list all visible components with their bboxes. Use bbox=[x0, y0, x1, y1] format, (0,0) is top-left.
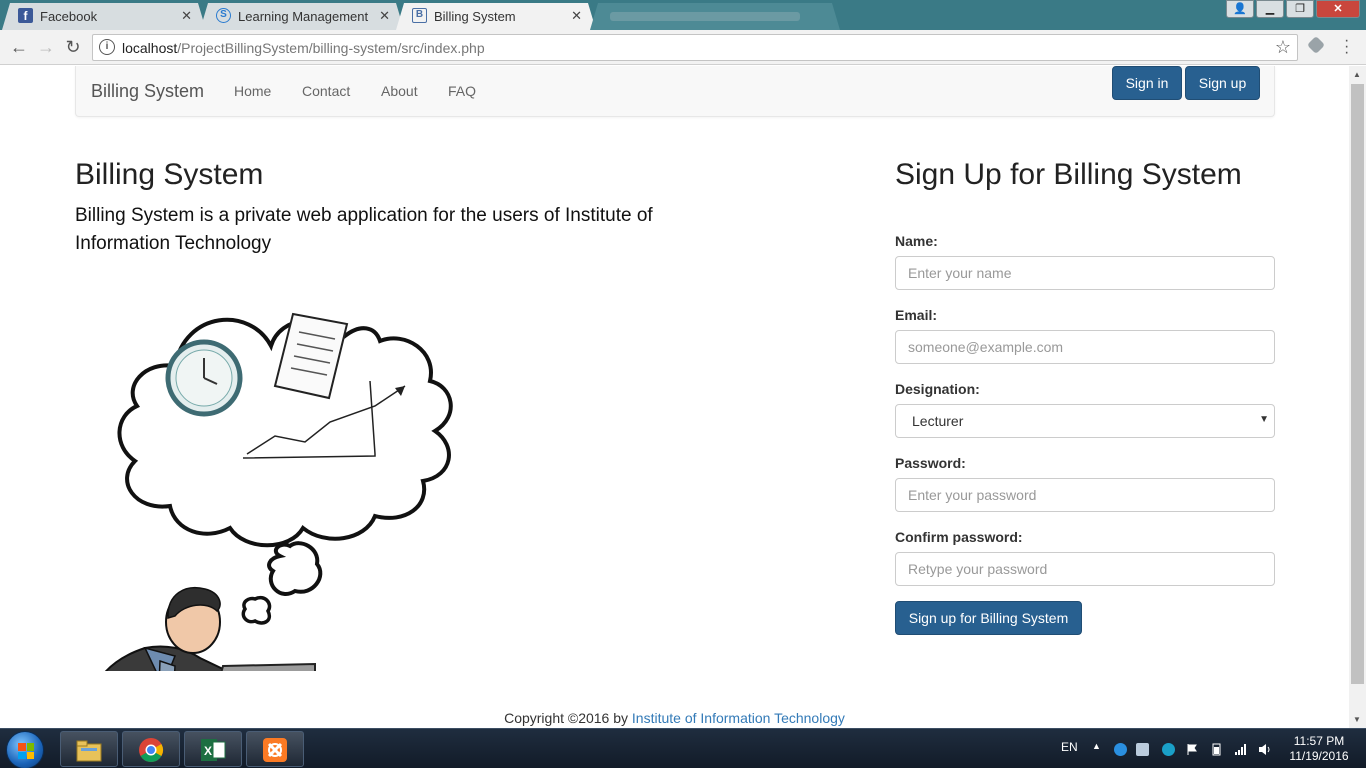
scroll-up-icon[interactable]: ▲ bbox=[1353, 70, 1361, 79]
navbar-brand[interactable]: Billing System bbox=[91, 81, 204, 102]
password-label: Password: bbox=[895, 455, 966, 471]
blurred-tab-title bbox=[610, 12, 800, 21]
scroll-down-icon[interactable]: ▼ bbox=[1353, 715, 1361, 724]
tab-billing-system[interactable]: B Billing System ✕ bbox=[396, 3, 596, 30]
network-app-icon[interactable] bbox=[1114, 743, 1127, 756]
wifi-signal-icon[interactable] bbox=[1234, 743, 1247, 756]
signin-button[interactable]: Sign in bbox=[1112, 66, 1182, 100]
scrollbar-thumb[interactable] bbox=[1351, 84, 1364, 684]
page-description: Billing System is a private web applicat… bbox=[75, 205, 653, 254]
info-icon[interactable]: i bbox=[99, 39, 115, 55]
chrome-icon bbox=[139, 738, 164, 763]
taskbar-chrome[interactable] bbox=[122, 731, 180, 767]
tab-title: Facebook bbox=[40, 9, 98, 24]
volume-icon[interactable] bbox=[1258, 743, 1271, 756]
site-navbar: Billing System Home Contact About FAQ Si… bbox=[75, 66, 1275, 117]
taskbar-file-explorer[interactable] bbox=[60, 731, 118, 767]
page-viewport: Billing System Home Contact About FAQ Si… bbox=[0, 66, 1349, 728]
internet-icon[interactable] bbox=[1162, 743, 1175, 756]
designation-label: Designation: bbox=[895, 381, 980, 397]
minimize-button[interactable]: ▁ bbox=[1256, 0, 1284, 18]
institute-link[interactable]: Institute of Information Technology bbox=[632, 710, 845, 726]
taskbar-xampp[interactable] bbox=[246, 731, 304, 767]
show-hidden-icons[interactable]: ▲ bbox=[1092, 741, 1101, 751]
tab-title: Billing System bbox=[434, 9, 516, 24]
language-indicator[interactable]: EN bbox=[1061, 740, 1078, 754]
page-footer: Copyright ©2016 by Institute of Informat… bbox=[0, 710, 1349, 726]
url-text: localhost/ProjectBillingSystem/billing-s… bbox=[122, 40, 485, 56]
windows-logo-icon bbox=[18, 743, 34, 759]
nav-link-home[interactable]: Home bbox=[234, 83, 271, 99]
billing-icon: B bbox=[412, 8, 427, 23]
xampp-icon bbox=[263, 738, 287, 762]
back-icon[interactable]: ← bbox=[8, 37, 30, 58]
businessman-thinking-illustration bbox=[104, 312, 453, 671]
close-icon[interactable]: ✕ bbox=[181, 8, 192, 24]
nav-link-about[interactable]: About bbox=[381, 83, 418, 99]
submit-signup-button[interactable]: Sign up for Billing System bbox=[895, 601, 1082, 635]
clock-date: 11/19/2016 bbox=[1289, 749, 1349, 763]
email-label: Email: bbox=[895, 307, 938, 323]
nav-link-contact[interactable]: Contact bbox=[302, 83, 350, 99]
start-button[interactable] bbox=[6, 731, 44, 768]
page-scrollbar[interactable]: ▲ ▼ bbox=[1349, 66, 1366, 728]
clock-time: 11:57 PM bbox=[1293, 734, 1345, 748]
tab-learning-management[interactable]: S Learning Management S ✕ bbox=[200, 3, 404, 30]
tab-inactive-blurred[interactable] bbox=[590, 3, 840, 30]
chrome-menu-icon[interactable]: · · · bbox=[1344, 33, 1350, 61]
businessman-drawing bbox=[104, 587, 316, 671]
close-icon[interactable]: ✕ bbox=[379, 8, 390, 24]
excel-icon: X bbox=[201, 739, 226, 761]
close-window-button[interactable]: ✕ bbox=[1316, 0, 1360, 18]
window-controls: 👤 ▁ ❐ ✕ bbox=[1226, 0, 1360, 20]
page-title: Billing System bbox=[75, 158, 264, 191]
signup-form-title: Sign Up for Billing System bbox=[895, 158, 1242, 191]
confirm-password-label: Confirm password: bbox=[895, 529, 1023, 545]
copyright-text: Copyright ©2016 by bbox=[504, 710, 629, 726]
file-explorer-icon bbox=[76, 740, 102, 762]
svg-text:X: X bbox=[204, 744, 212, 758]
lms-icon: S bbox=[216, 8, 231, 23]
windows-taskbar: X EN ▲ 11:57 PM 11/19/2016 bbox=[0, 728, 1366, 768]
name-label: Name: bbox=[895, 233, 938, 249]
facebook-icon: f bbox=[18, 8, 33, 23]
designation-selected-value: Lecturer bbox=[912, 413, 964, 429]
tab-facebook[interactable]: f Facebook ✕ bbox=[2, 3, 206, 30]
taskbar-clock[interactable]: 11:57 PM 11/19/2016 bbox=[1284, 734, 1354, 764]
maximize-button[interactable]: ❐ bbox=[1286, 0, 1314, 18]
battery-icon[interactable] bbox=[1210, 743, 1223, 756]
confirm-password-input[interactable]: Retype your password bbox=[895, 552, 1275, 586]
tab-title: Learning Management S bbox=[238, 9, 370, 24]
signup-button[interactable]: Sign up bbox=[1185, 66, 1260, 100]
browser-tabstrip: f Facebook ✕ S Learning Management S ✕ B… bbox=[0, 0, 1366, 30]
forward-icon[interactable]: → bbox=[35, 37, 57, 58]
dropdown-arrow-icon: ▼ bbox=[1259, 414, 1269, 425]
designation-select[interactable]: Lecturer ▼ bbox=[895, 404, 1275, 438]
action-center-flag-icon[interactable] bbox=[1186, 743, 1199, 756]
bookmark-star-icon[interactable]: ☆ bbox=[1275, 37, 1291, 58]
user-icon[interactable]: 👤 bbox=[1226, 0, 1254, 18]
tiny-thought-bubble bbox=[241, 596, 272, 625]
email-input[interactable]: someone@example.com bbox=[895, 330, 1275, 364]
close-icon[interactable]: ✕ bbox=[571, 8, 582, 24]
reload-icon[interactable]: ↻ bbox=[62, 37, 84, 58]
name-input[interactable]: Enter your name bbox=[895, 256, 1275, 290]
nav-link-faq[interactable]: FAQ bbox=[448, 83, 476, 99]
taskbar-excel[interactable]: X bbox=[184, 731, 242, 767]
password-input[interactable]: Enter your password bbox=[895, 478, 1275, 512]
browser-toolbar: ← → ↻ i localhost/ProjectBillingSystem/b… bbox=[0, 30, 1366, 65]
address-bar[interactable]: i localhost/ProjectBillingSystem/billing… bbox=[92, 34, 1298, 61]
small-thought-bubble bbox=[267, 541, 323, 596]
dropbox-icon[interactable] bbox=[1136, 743, 1149, 756]
